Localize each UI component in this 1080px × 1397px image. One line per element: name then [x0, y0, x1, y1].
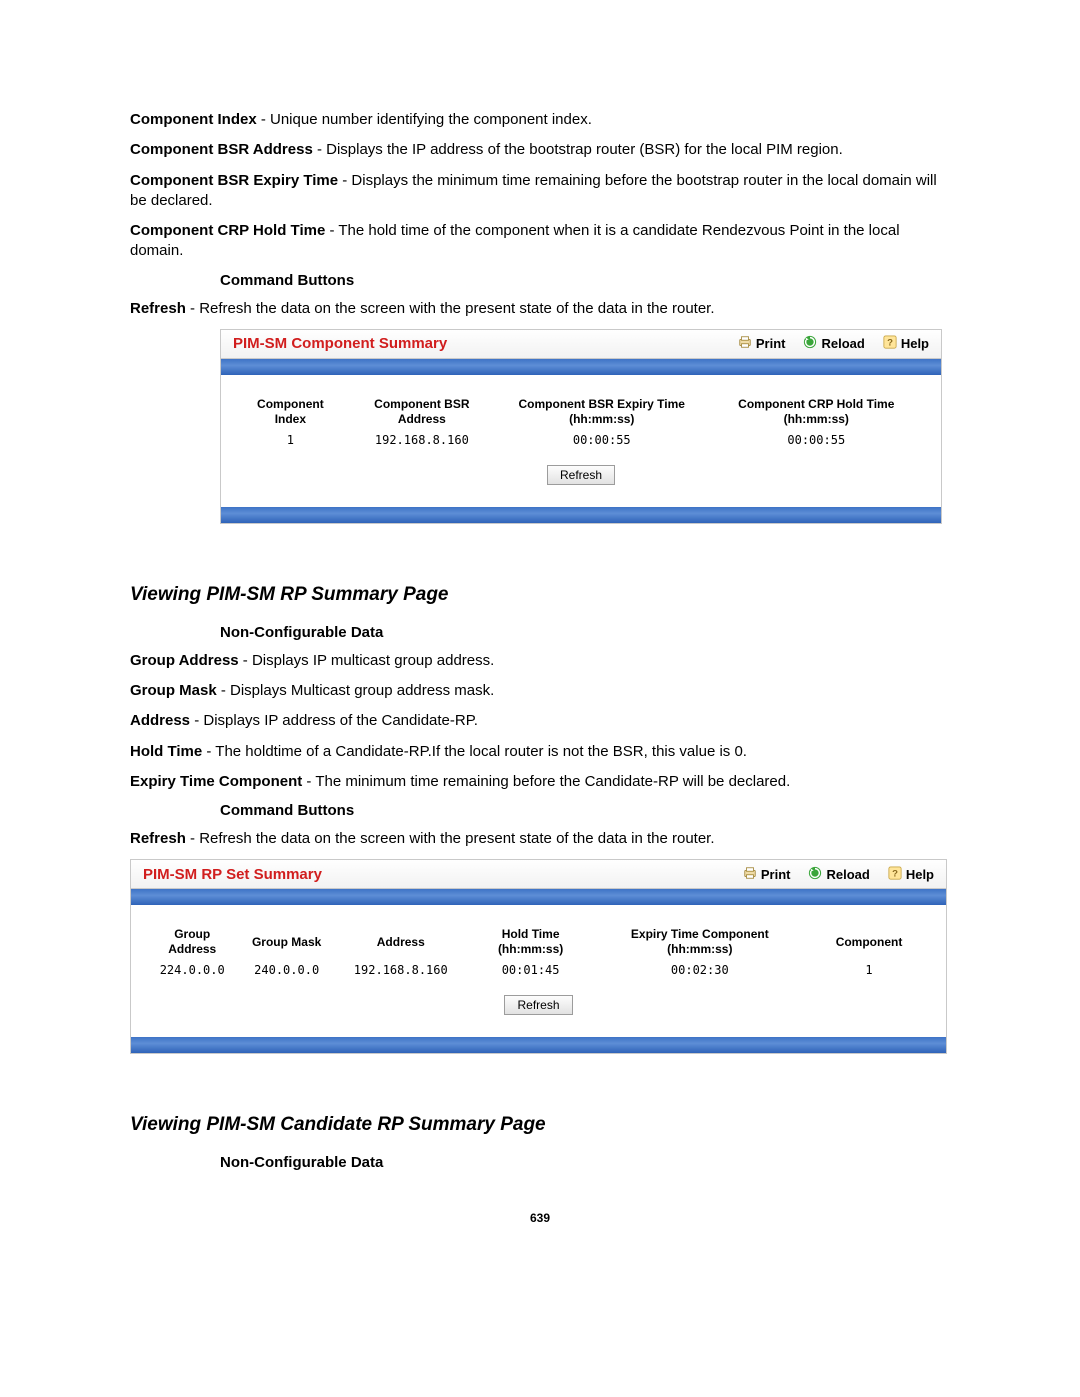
term: Component Index [130, 111, 257, 128]
def-component-bsr-address: Component BSR Address - Displays the IP … [130, 140, 950, 160]
rp-set-summary-table: Group Address Group Mask Address Hold Ti… [145, 925, 932, 981]
help-icon: ? [883, 335, 897, 352]
section-title-candidate-rp: Viewing PIM-SM Candidate RP Summary Page [130, 1114, 950, 1136]
text: - Unique number identifying the componen… [257, 111, 592, 128]
heading-command-buttons-1: Command Buttons [220, 272, 950, 289]
panel-pimsm-rp-set-summary: PIM-SM RP Set Summary Print Reload ? Hel… [130, 859, 947, 1054]
term: Group Address [130, 652, 239, 669]
term: Hold Time [130, 743, 202, 760]
panel-body: Component Index Component BSR Address Co… [221, 375, 941, 507]
reload-label: Reload [826, 867, 869, 882]
heading-command-buttons-2: Command Buttons [220, 802, 950, 819]
def-component-bsr-expiry: Component BSR Expiry Time - Displays the… [130, 171, 950, 212]
def-refresh-1: Refresh - Refresh the data on the screen… [130, 299, 950, 319]
help-label: Help [906, 867, 934, 882]
component-summary-table: Component Index Component BSR Address Co… [235, 395, 927, 451]
print-label: Print [756, 336, 786, 351]
blue-bar-bottom [221, 507, 941, 523]
panel-title: PIM-SM Component Summary [233, 335, 720, 352]
help-button[interactable]: ? Help [888, 866, 934, 883]
reload-label: Reload [821, 336, 864, 351]
def-refresh-2: Refresh - Refresh the data on the screen… [130, 829, 950, 849]
cell-address: 192.168.8.160 [334, 959, 468, 981]
term: Group Mask [130, 682, 217, 699]
svg-text:?: ? [887, 338, 893, 349]
section-title-rp-summary: Viewing PIM-SM RP Summary Page [130, 584, 950, 606]
blue-bar-bottom [131, 1037, 946, 1053]
cell-hold-time: 00:01:45 [468, 959, 594, 981]
page-number: 639 [130, 1211, 950, 1225]
table-row: 1 192.168.8.160 00:00:55 00:00:55 [235, 429, 927, 451]
term: Refresh [130, 830, 186, 847]
print-label: Print [761, 867, 791, 882]
panel-pimsm-component-summary: PIM-SM Component Summary Print Reload ? … [220, 329, 942, 524]
col-component-bsr-address: Component BSR Address [346, 395, 498, 429]
term: Component CRP Hold Time [130, 222, 325, 239]
help-button[interactable]: ? Help [883, 335, 929, 352]
cell-component-index: 1 [235, 429, 346, 451]
text: - Refresh the data on the screen with th… [186, 300, 715, 317]
col-component-crp-hold: Component CRP Hold Time (hh:mm:ss) [706, 395, 927, 429]
cell-component: 1 [806, 959, 932, 981]
refresh-button[interactable]: Refresh [504, 995, 572, 1015]
def-group-mask: Group Mask - Displays Multicast group ad… [130, 681, 950, 701]
text: - Refresh the data on the screen with th… [186, 830, 715, 847]
col-address: Address [334, 925, 468, 959]
blue-bar-top [221, 359, 941, 375]
col-expiry-time-component: Expiry Time Component (hh:mm:ss) [594, 925, 806, 959]
reload-icon [803, 335, 817, 352]
svg-text:?: ? [892, 868, 898, 879]
help-label: Help [901, 336, 929, 351]
print-button[interactable]: Print [738, 335, 786, 352]
text: - The minimum time remaining before the … [302, 773, 790, 790]
def-hold-time: Hold Time - The holdtime of a Candidate-… [130, 742, 950, 762]
term: Refresh [130, 300, 186, 317]
cell-group-address: 224.0.0.0 [145, 959, 239, 981]
def-component-index: Component Index - Unique number identify… [130, 110, 950, 130]
panel-body: Group Address Group Mask Address Hold Ti… [131, 905, 946, 1037]
term: Expiry Time Component [130, 773, 302, 790]
refresh-button[interactable]: Refresh [547, 465, 615, 485]
blue-bar-top [131, 889, 946, 905]
print-icon [743, 866, 757, 883]
reload-icon [808, 866, 822, 883]
heading-noncfg-3: Non-Configurable Data [220, 1154, 950, 1171]
term: Address [130, 712, 190, 729]
panel-title: PIM-SM RP Set Summary [143, 866, 725, 883]
def-expiry-time-component: Expiry Time Component - The minimum time… [130, 772, 950, 792]
col-hold-time: Hold Time (hh:mm:ss) [468, 925, 594, 959]
text: - The holdtime of a Candidate-RP.If the … [202, 743, 747, 760]
cell-component-bsr-expiry: 00:00:55 [498, 429, 706, 451]
reload-button[interactable]: Reload [803, 335, 864, 352]
def-address: Address - Displays IP address of the Can… [130, 711, 950, 731]
col-component: Component [806, 925, 932, 959]
col-group-address: Group Address [145, 925, 239, 959]
text: - Displays Multicast group address mask. [217, 682, 495, 699]
def-group-address: Group Address - Displays IP multicast gr… [130, 651, 950, 671]
reload-button[interactable]: Reload [808, 866, 869, 883]
col-component-bsr-expiry: Component BSR Expiry Time (hh:mm:ss) [498, 395, 706, 429]
cell-component-crp-hold: 00:00:55 [706, 429, 927, 451]
print-button[interactable]: Print [743, 866, 791, 883]
col-component-index: Component Index [235, 395, 346, 429]
text: - Displays the IP address of the bootstr… [313, 141, 843, 158]
cell-component-bsr-address: 192.168.8.160 [346, 429, 498, 451]
print-icon [738, 335, 752, 352]
help-icon: ? [888, 866, 902, 883]
cell-group-mask: 240.0.0.0 [239, 959, 333, 981]
heading-noncfg-2: Non-Configurable Data [220, 624, 950, 641]
text: - Displays IP multicast group address. [239, 652, 495, 669]
panel-header: PIM-SM Component Summary Print Reload ? … [221, 330, 941, 359]
table-row: 224.0.0.0 240.0.0.0 192.168.8.160 00:01:… [145, 959, 932, 981]
col-group-mask: Group Mask [239, 925, 333, 959]
text: - Displays IP address of the Candidate-R… [190, 712, 478, 729]
panel-header: PIM-SM RP Set Summary Print Reload ? Hel… [131, 860, 946, 889]
term: Component BSR Address [130, 141, 313, 158]
def-component-crp-hold: Component CRP Hold Time - The hold time … [130, 221, 950, 262]
term: Component BSR Expiry Time [130, 172, 338, 189]
cell-expiry-time-component: 00:02:30 [594, 959, 806, 981]
